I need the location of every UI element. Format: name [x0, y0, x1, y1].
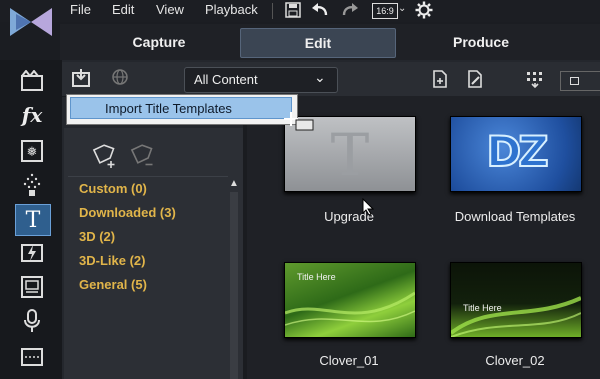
thumbnail-letter: DZ	[485, 126, 549, 177]
add-tag-icon[interactable]	[90, 143, 118, 174]
thumbnail-download-templates[interactable]: DZ	[450, 116, 582, 192]
redo-icon[interactable]	[340, 1, 360, 19]
menu-edit[interactable]: Edit	[112, 2, 134, 17]
move-cursor-icon	[283, 110, 315, 137]
chapter-room-icon[interactable]	[15, 342, 49, 372]
thumbnail-clover-02[interactable]: Title Here	[450, 262, 582, 338]
view-mode-button[interactable]	[560, 71, 600, 91]
thumbnail-title-text: Title Here	[463, 303, 502, 313]
category-downloaded[interactable]: Downloaded (3)	[79, 205, 176, 220]
media-room-icon[interactable]	[15, 66, 49, 96]
thumbnail-caption: Clover_01	[319, 353, 379, 368]
save-icon[interactable]	[283, 1, 303, 19]
globe-icon[interactable]	[110, 68, 130, 86]
sort-icon[interactable]	[525, 70, 545, 88]
aspect-ratio-button[interactable]: 16:9	[372, 3, 398, 19]
import-title-templates-item[interactable]: Import Title Templates	[70, 97, 292, 119]
category-general[interactable]: General (5)	[79, 277, 147, 292]
chevron-down-icon[interactable]: ⌄	[398, 3, 406, 14]
edit-title-icon[interactable]	[465, 70, 485, 88]
thumbnail-caption: Clover_02	[485, 353, 545, 368]
sidebar-scrollbar[interactable]	[230, 192, 238, 379]
category-3d-like[interactable]: 3D-Like (2)	[79, 253, 145, 268]
menu-divider	[272, 3, 273, 19]
app-logo-icon	[10, 6, 52, 40]
undo-icon[interactable]	[310, 1, 330, 19]
thumbnail-clover-01[interactable]: Title Here	[284, 262, 416, 338]
content-filter-value: All Content	[194, 72, 258, 87]
thumbnail-caption: Upgrade	[324, 209, 374, 224]
gear-icon[interactable]	[414, 1, 434, 19]
tab-edit[interactable]: Edit	[240, 28, 396, 58]
import-media-icon[interactable]	[70, 67, 92, 89]
tab-capture[interactable]: Capture	[84, 28, 234, 56]
pip-room-icon[interactable]: ❅	[15, 136, 49, 166]
thumbnail-title-text: Title Here	[297, 272, 336, 282]
subtitle-room-icon[interactable]	[15, 272, 49, 302]
category-custom[interactable]: Custom (0)	[79, 181, 147, 196]
mouse-pointer-icon	[362, 197, 375, 221]
menu-file[interactable]: File	[70, 2, 91, 17]
svg-text:❅: ❅	[27, 145, 38, 160]
sidebar-divider	[68, 176, 228, 177]
thumbnail-caption: Download Templates	[454, 209, 576, 224]
tab-produce[interactable]: Produce	[404, 28, 558, 56]
sidebar-header	[64, 128, 244, 140]
fx-room-icon[interactable]: fx	[15, 100, 49, 130]
title-room-icon[interactable]: T	[15, 204, 51, 236]
remove-tag-icon[interactable]	[128, 143, 156, 174]
microphone-icon[interactable]	[15, 306, 49, 336]
chevron-down-icon: ⌄	[314, 69, 326, 85]
menu-view[interactable]: View	[156, 2, 184, 17]
scroll-up-icon[interactable]: ▲	[229, 178, 239, 189]
category-3d[interactable]: 3D (2)	[79, 229, 115, 244]
transition-room-icon[interactable]	[15, 238, 49, 268]
thumbnail-view-icon	[570, 77, 579, 85]
particle-room-icon[interactable]	[15, 170, 49, 200]
add-title-icon[interactable]	[430, 70, 450, 88]
menu-playback[interactable]: Playback	[205, 2, 258, 17]
